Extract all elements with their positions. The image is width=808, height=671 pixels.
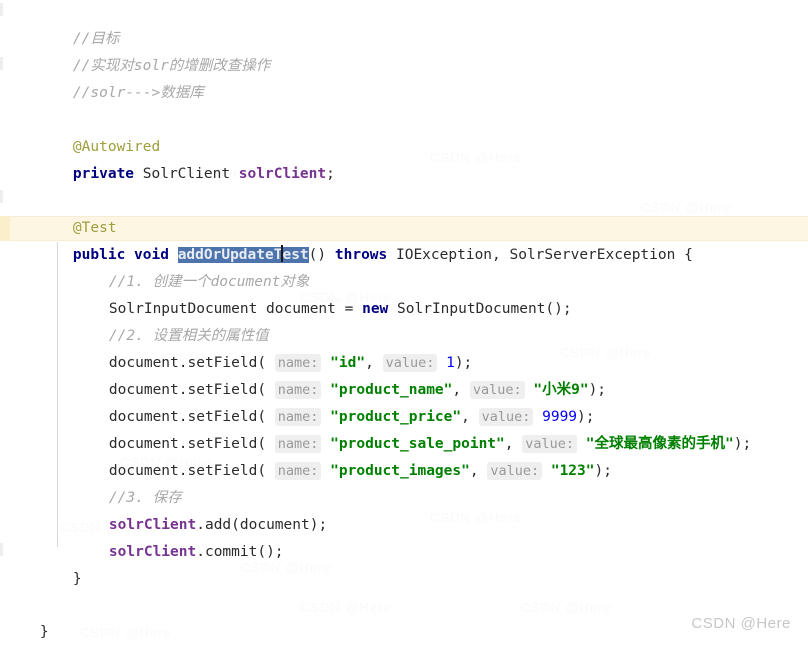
code-line-current[interactable]: public void addOrUpdateTest() throws IOE… [0,216,808,242]
comment-text: //solr--->数据库 [73,85,204,101]
close-brace-class: } [40,624,49,640]
keyword-private: private [73,166,134,182]
code-line[interactable]: solrClient.commit(); [0,513,808,539]
csdn-watermark: CSDN @Here  [691,615,796,632]
code-line[interactable]: document.setField( name: "product_sale_p… [0,405,808,431]
code-editor[interactable]: CSDN @Here CSDN @Here CSDN @Here CSDN @H… [0,0,808,640]
code-line[interactable]: } [0,540,808,566]
code-line[interactable]: //3. 保存 [0,459,808,485]
semicolon: ; [326,166,335,182]
code-line[interactable]: //solr--->数据库 [0,54,808,80]
field-solrclient: solrClient [239,166,326,182]
code-line[interactable]: SolrInputDocument document = new SolrInp… [0,270,808,296]
code-line[interactable]: @Test [0,189,808,215]
close-brace-method: } [73,571,82,587]
code-line[interactable]: @Autowired [0,108,808,134]
type-solrclient: SolrClient [134,166,239,182]
code-line[interactable]: document.setField( name: "id", value: 1)… [0,324,808,350]
background-watermark: CSDN @Here [80,625,172,640]
code-line[interactable]: //2. 设置相关的属性值 [0,297,808,323]
code-line[interactable]: solrClient.add(document); [0,486,808,512]
code-line[interactable]: document.setField( name: "product_name",… [0,351,808,377]
code-line[interactable]: document.setField( name: "product_price"… [0,378,808,404]
code-line[interactable]: //1. 创建一个document对象 [0,243,808,269]
code-line[interactable]: document.setField( name: "product_images… [0,432,808,458]
code-line[interactable]: } [0,593,808,619]
code-line[interactable]: //实现对solr的增删改查操作 [0,27,808,53]
code-line[interactable]: private SolrClient solrClient; [0,135,808,161]
code-line[interactable]: //目标 [0,0,808,26]
